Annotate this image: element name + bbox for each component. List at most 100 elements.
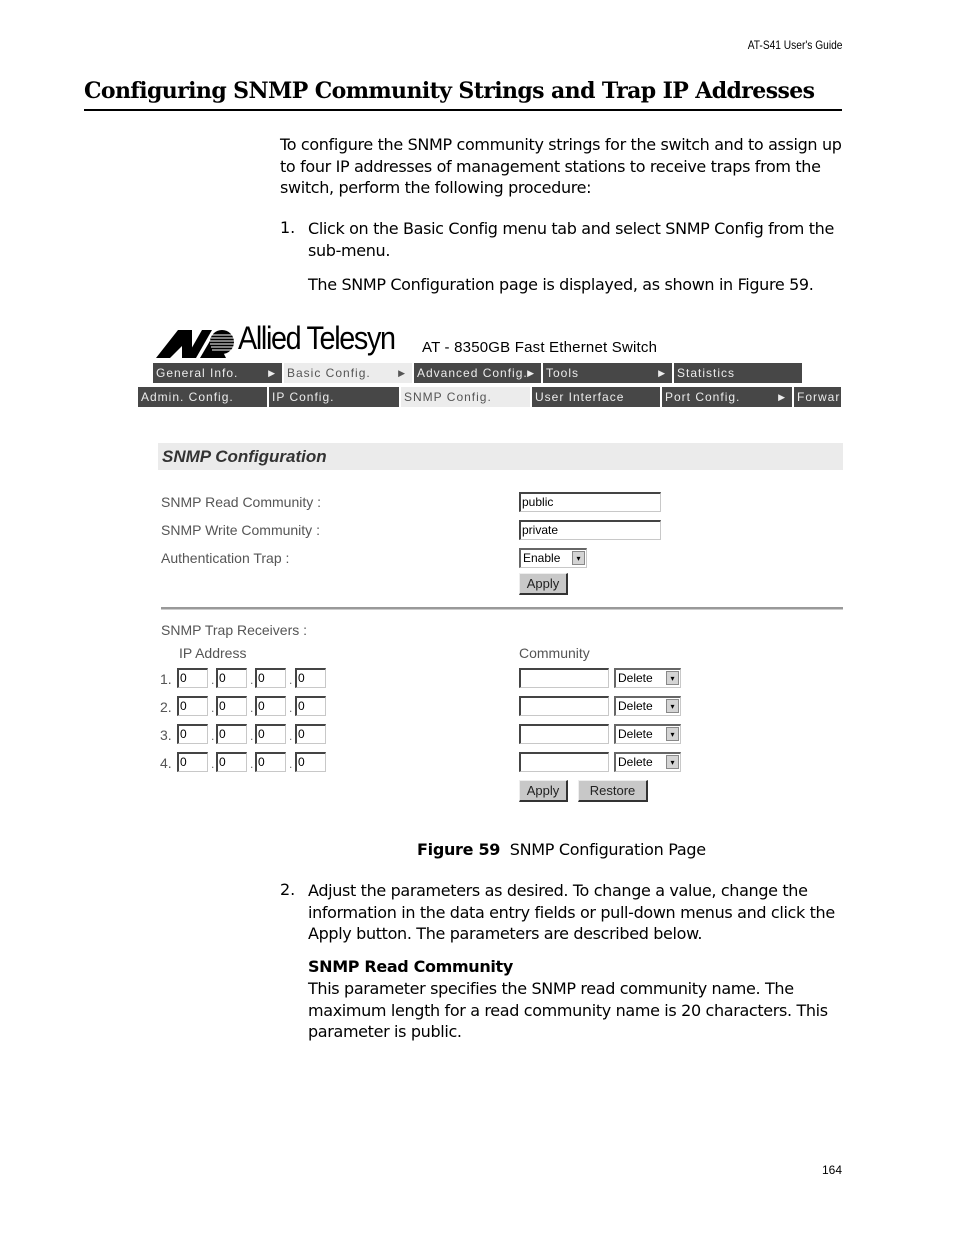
community-header: Community	[519, 645, 590, 661]
menu-advanced-config[interactable]: Advanced Config. ▶	[414, 363, 541, 383]
param-title: SNMP Read Community	[308, 957, 513, 976]
submenu-port-config[interactable]: Port Config. ▶	[662, 387, 792, 407]
community-input[interactable]	[519, 668, 609, 688]
ip-octet-1-input[interactable]: 0	[177, 668, 208, 688]
trap-receivers-list: 1. 0 . 0 . 0 . 0 Delete ▾ 2. 0 . 0 . 0 . …	[138, 668, 843, 780]
ip-separator: .	[211, 757, 215, 771]
restore-button[interactable]: Restore	[578, 780, 648, 802]
apply-button[interactable]: Apply	[519, 573, 568, 595]
menu-statistics[interactable]: Statistics	[674, 363, 802, 383]
ip-separator: .	[250, 757, 254, 771]
read-community-label: SNMP Read Community :	[161, 494, 322, 510]
chevron-down-icon: ▾	[666, 671, 679, 685]
intro-paragraph: To configure the SNMP community strings …	[280, 135, 842, 197]
figure-screenshot: Allied Telesyn AT - 8350GB Fast Ethernet…	[138, 320, 843, 812]
submenu-user-interface[interactable]: User Interface	[532, 387, 660, 407]
action-select[interactable]: Delete ▾	[614, 696, 681, 716]
arrow-right-icon: ▶	[658, 368, 666, 378]
ip-separator: .	[211, 729, 215, 743]
apply-receivers-button[interactable]: Apply	[519, 780, 568, 802]
write-community-label: SNMP Write Community :	[161, 522, 320, 538]
ip-octet-1-input[interactable]: 0	[177, 696, 208, 716]
sub-menu: Admin. Config. IP Config. SNMP Config. U…	[138, 387, 841, 407]
ip-octet-1-input[interactable]: 0	[177, 752, 208, 772]
ip-separator: .	[250, 673, 254, 687]
section-title: Configuring SNMP Community Strings and T…	[84, 78, 815, 104]
step-2-text: Adjust the parameters as desired. To cha…	[308, 881, 835, 943]
submenu-admin-config[interactable]: Admin. Config.	[138, 387, 267, 407]
ip-octet-4-input[interactable]: 0	[295, 752, 326, 772]
chevron-down-icon: ▾	[666, 699, 679, 713]
chevron-down-icon: ▾	[666, 727, 679, 741]
auth-trap-label: Authentication Trap :	[161, 550, 290, 566]
ip-separator: .	[211, 673, 215, 687]
allied-telesyn-logo-icon	[156, 330, 234, 358]
write-community-input[interactable]: private	[519, 520, 661, 540]
ip-octet-3-input[interactable]: 0	[255, 724, 286, 744]
community-input[interactable]	[519, 696, 609, 716]
ip-octet-2-input[interactable]: 0	[216, 752, 247, 772]
model-name: AT - 8350GB Fast Ethernet Switch	[422, 339, 658, 356]
arrow-right-icon: ▶	[268, 368, 276, 378]
brand-name: Allied Telesyn	[238, 320, 396, 356]
community-input[interactable]	[519, 752, 609, 772]
step-1-note: The SNMP Configuration page is displayed…	[308, 275, 814, 294]
ip-octet-2-input[interactable]: 0	[216, 696, 247, 716]
main-menu: General Info. ▶ Basic Config. ▶ Advanced C…	[153, 363, 804, 383]
arrow-right-icon: ▶	[527, 368, 535, 378]
figure-caption-text: SNMP Configuration Page	[509, 840, 706, 859]
ip-octet-2-input[interactable]: 0	[216, 724, 247, 744]
menu-tools[interactable]: Tools ▶	[543, 363, 672, 383]
receiver-number: 4.	[160, 755, 172, 771]
page-title: SNMP Configuration	[162, 447, 327, 466]
divider	[161, 607, 843, 610]
ip-separator: .	[211, 701, 215, 715]
ip-octet-2-input[interactable]: 0	[216, 668, 247, 688]
action-select[interactable]: Delete ▾	[614, 668, 681, 688]
ip-octet-4-input[interactable]: 0	[295, 724, 326, 744]
menu-general-info[interactable]: General Info. ▶	[153, 363, 282, 383]
guide-title: AT-S41 User's Guide	[747, 38, 842, 52]
receiver-row: 3. 0 . 0 . 0 . 0 Delete ▾	[138, 724, 843, 746]
receiver-row: 2. 0 . 0 . 0 . 0 Delete ▾	[138, 696, 843, 718]
arrow-right-icon: ▶	[778, 392, 786, 402]
ip-octet-1-input[interactable]: 0	[177, 724, 208, 744]
ip-separator: .	[289, 701, 293, 715]
action-select[interactable]: Delete ▾	[614, 724, 681, 744]
receiver-number: 2.	[160, 699, 172, 715]
auth-trap-select[interactable]: Enable ▾	[519, 548, 587, 568]
receiver-number: 1.	[160, 671, 172, 687]
figure-caption: Figure 59 SNMP Configuration Page	[417, 840, 706, 859]
ip-separator: .	[250, 729, 254, 743]
read-community-input[interactable]: public	[519, 492, 661, 512]
ip-octet-4-input[interactable]: 0	[295, 668, 326, 688]
ip-octet-3-input[interactable]: 0	[255, 752, 286, 772]
receiver-row: 1. 0 . 0 . 0 . 0 Delete ▾	[138, 668, 843, 690]
ip-octet-3-input[interactable]: 0	[255, 696, 286, 716]
submenu-snmp-config[interactable]: SNMP Config.	[401, 387, 530, 407]
community-input[interactable]	[519, 724, 609, 744]
submenu-ip-config[interactable]: IP Config.	[269, 387, 399, 407]
ip-octet-4-input[interactable]: 0	[295, 696, 326, 716]
chevron-down-icon: ▾	[666, 755, 679, 769]
ip-separator: .	[250, 701, 254, 715]
step-2-number: 2.	[280, 880, 296, 899]
submenu-forwarding[interactable]: Forwar	[794, 387, 841, 407]
page-number: 164	[821, 1163, 842, 1177]
figure-label: Figure 59	[417, 840, 501, 859]
ip-separator: .	[289, 729, 293, 743]
action-select[interactable]: Delete ▾	[614, 752, 681, 772]
receiver-number: 3.	[160, 727, 172, 743]
receiver-row: 4. 0 . 0 . 0 . 0 Delete ▾	[138, 752, 843, 774]
title-rule	[84, 109, 842, 111]
ip-separator: .	[289, 673, 293, 687]
param-description: This parameter specifies the SNMP read c…	[308, 979, 828, 1041]
step-1-number: 1.	[280, 218, 296, 237]
arrow-right-icon: ▶	[398, 368, 406, 378]
ip-separator: .	[289, 757, 293, 771]
menu-basic-config[interactable]: Basic Config. ▶	[284, 363, 412, 383]
trap-receivers-label: SNMP Trap Receivers :	[161, 622, 308, 638]
ip-octet-3-input[interactable]: 0	[255, 668, 286, 688]
ip-address-header: IP Address	[179, 645, 247, 661]
chevron-down-icon: ▾	[572, 551, 585, 565]
